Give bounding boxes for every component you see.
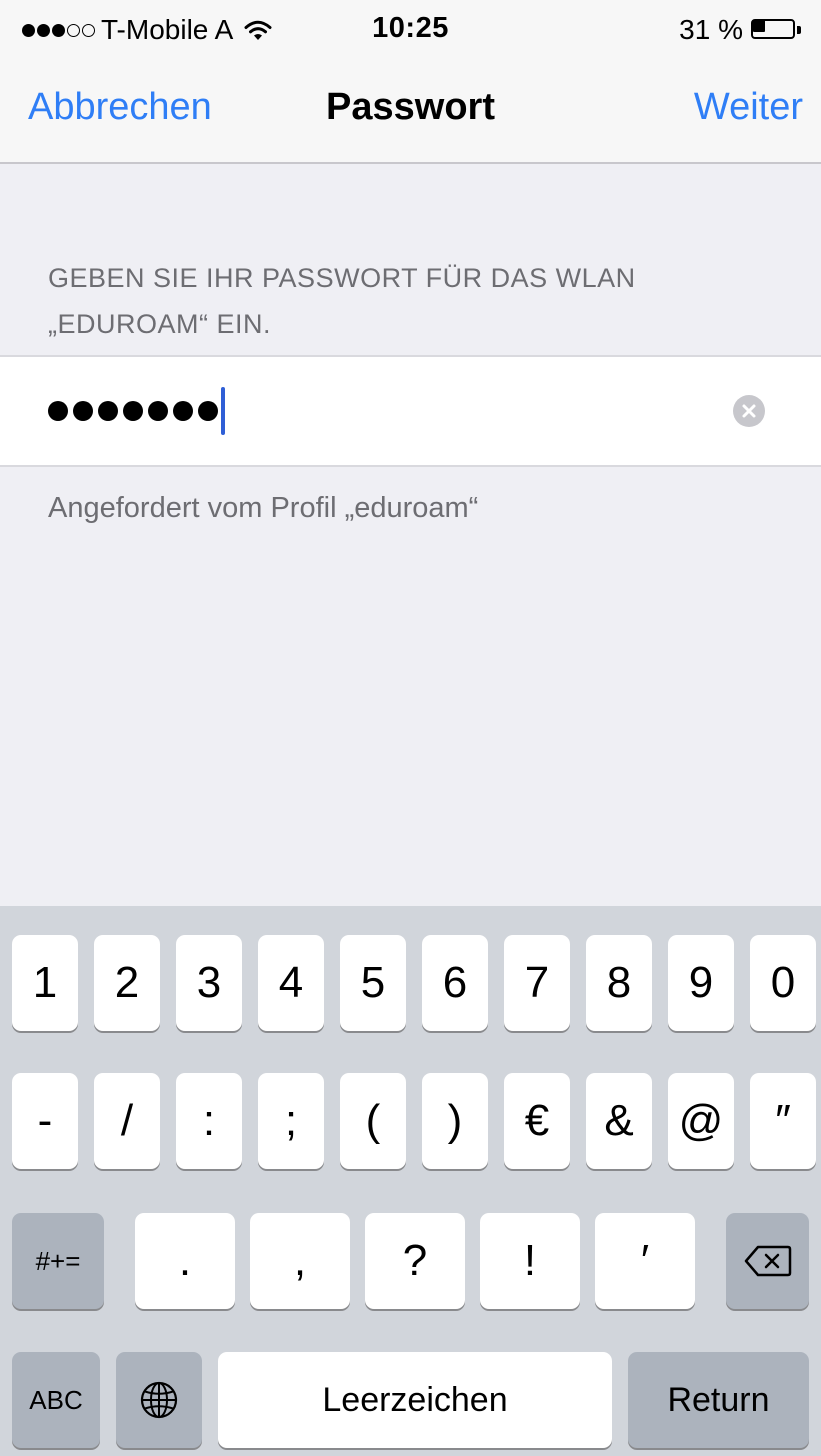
key[interactable]: ! — [480, 1213, 580, 1309]
password-mask-dot — [98, 401, 118, 421]
password-mask-dot — [173, 401, 193, 421]
keyboard: 1 2 3 4 5 6 7 8 9 0 - / : ; ( ) € & @ ″ … — [0, 906, 821, 1456]
key[interactable]: ( — [340, 1073, 406, 1169]
password-mask-dot — [73, 401, 93, 421]
password-mask-dot — [123, 401, 143, 421]
key[interactable]: 3 — [176, 935, 242, 1031]
clear-x-glyph — [742, 404, 756, 418]
text-caret — [221, 387, 225, 435]
next-button[interactable]: Weiter — [694, 86, 803, 129]
key[interactable]: : — [176, 1073, 242, 1169]
key[interactable]: , — [250, 1213, 350, 1309]
battery-tip — [797, 26, 801, 34]
password-mask-dot — [148, 401, 168, 421]
key[interactable]: € — [504, 1073, 570, 1169]
return-key[interactable]: Return — [628, 1352, 809, 1448]
key[interactable]: @ — [668, 1073, 734, 1169]
key[interactable]: 4 — [258, 935, 324, 1031]
key[interactable]: 1 — [12, 935, 78, 1031]
return-key-label: Return — [667, 1380, 770, 1419]
battery-icon — [751, 18, 803, 42]
key[interactable]: - — [12, 1073, 78, 1169]
space-key-label: Leerzeichen — [322, 1380, 508, 1419]
globe-icon — [140, 1381, 178, 1419]
key[interactable]: / — [94, 1073, 160, 1169]
more-symbols-key[interactable]: #+= — [12, 1213, 104, 1309]
clear-text-icon[interactable] — [733, 395, 765, 427]
backspace-icon — [744, 1245, 791, 1277]
key[interactable]: 8 — [586, 935, 652, 1031]
space-key[interactable]: Leerzeichen — [218, 1352, 612, 1448]
key[interactable]: 2 — [94, 935, 160, 1031]
status-bar: T-Mobile A 10:25 31 % — [0, 0, 821, 60]
key[interactable]: 7 — [504, 935, 570, 1031]
key[interactable]: & — [586, 1073, 652, 1169]
key[interactable]: . — [135, 1213, 235, 1309]
key[interactable]: 5 — [340, 935, 406, 1031]
backspace-key[interactable] — [726, 1213, 809, 1309]
battery-percent: 31 % — [679, 14, 743, 45]
key[interactable]: ′ — [595, 1213, 695, 1309]
key[interactable]: ) — [422, 1073, 488, 1169]
navigation-bar: Abbrechen Passwort Weiter — [0, 60, 821, 164]
section-footer: Angefordert vom Profil „eduroam“ — [48, 492, 479, 524]
key[interactable]: 6 — [422, 935, 488, 1031]
password-mask-dot — [48, 401, 68, 421]
section-header-line: „EDUROAM“ EIN. — [48, 309, 271, 339]
password-mask — [48, 387, 225, 435]
key[interactable]: 0 — [750, 935, 816, 1031]
section-header-line: GEBEN SIE IHR PASSWORT FÜR DAS WLAN — [48, 263, 636, 293]
key[interactable]: 9 — [668, 935, 734, 1031]
key[interactable]: ″ — [750, 1073, 816, 1169]
battery-fill — [753, 20, 765, 32]
abc-key[interactable]: ABC — [12, 1352, 100, 1448]
key[interactable]: ; — [258, 1073, 324, 1169]
password-field[interactable] — [0, 355, 821, 467]
abc-key-label: ABC — [29, 1384, 83, 1415]
key[interactable]: ? — [365, 1213, 465, 1309]
globe-key[interactable] — [116, 1352, 202, 1448]
status-right: 31 % — [679, 14, 803, 46]
section-header: GEBEN SIE IHR PASSWORT FÜR DAS WLAN „EDU… — [48, 255, 788, 347]
more-symbols-label: #+= — [35, 1245, 81, 1276]
password-mask-dot — [198, 401, 218, 421]
